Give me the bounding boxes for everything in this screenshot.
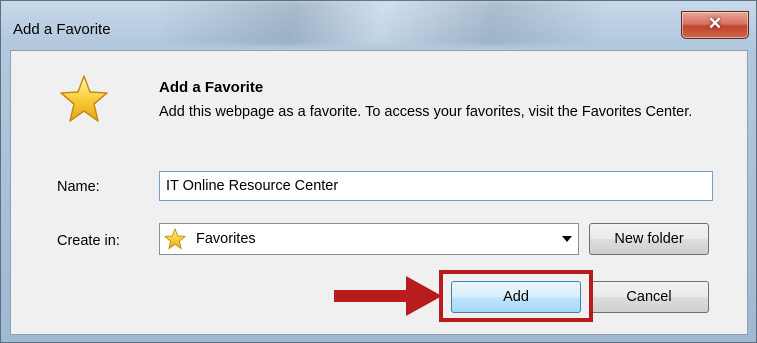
- create-in-dropdown[interactable]: Favorites: [159, 223, 579, 255]
- dialog-description: Add this webpage as a favorite. To acces…: [159, 104, 693, 120]
- new-folder-button[interactable]: New folder: [589, 223, 709, 255]
- name-input[interactable]: [159, 171, 713, 201]
- close-icon: ✕: [707, 14, 723, 33]
- create-in-selected: Favorites: [196, 231, 256, 247]
- create-in-label: Create in:: [57, 233, 120, 249]
- window-title: Add a Favorite: [13, 21, 111, 38]
- star-icon: [60, 75, 108, 122]
- dropdown-arrow-icon[interactable]: [562, 236, 572, 242]
- title-bar-glass: [161, 1, 601, 45]
- close-button[interactable]: ✕: [681, 11, 749, 39]
- favorites-star-icon: [164, 228, 186, 250]
- dialog-body: Add a Favorite Add this webpage as a fav…: [10, 50, 748, 335]
- cancel-button[interactable]: Cancel: [589, 281, 709, 313]
- dialog-window: Add a Favorite ✕ Add a Favorite Add this…: [0, 0, 757, 343]
- name-label: Name:: [57, 179, 100, 195]
- dialog-heading: Add a Favorite: [159, 79, 264, 96]
- pointer-arrow-icon: [334, 276, 442, 316]
- add-button-highlight-box: [439, 270, 593, 322]
